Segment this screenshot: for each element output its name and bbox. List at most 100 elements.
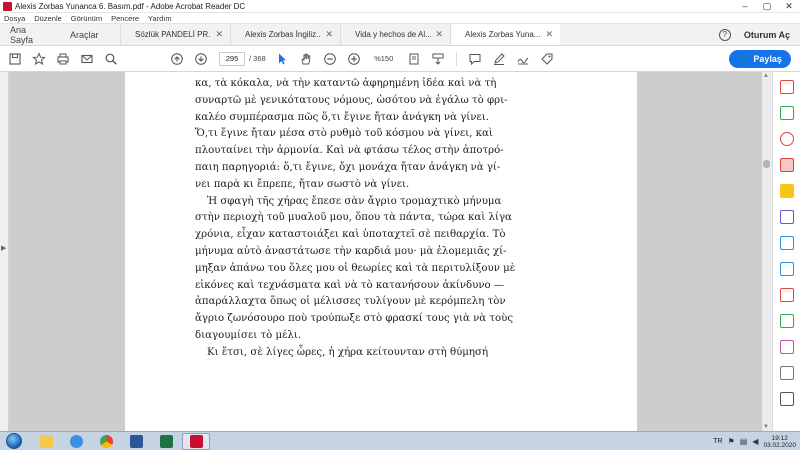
send-for-review-icon[interactable]	[780, 314, 794, 328]
bookmark-button[interactable]	[27, 49, 51, 69]
close-tab-icon[interactable]: ✕	[545, 29, 553, 40]
page-number-input[interactable]: 295	[219, 51, 245, 66]
text-line: κα, τὰ κόκαλα, νὰ τὴν καταντῶ ἀφηρημένη …	[195, 78, 497, 89]
arrow-up-circle-icon	[171, 52, 183, 65]
star-icon	[32, 51, 46, 65]
add-person-icon: 👤	[738, 53, 750, 64]
clock-date: 03.02.2020	[763, 441, 796, 449]
close-button[interactable]: ✕	[778, 0, 800, 13]
create-pdf-icon[interactable]	[780, 132, 794, 146]
compress-pdf-icon[interactable]	[780, 288, 794, 302]
scroll-up-arrow-icon[interactable]: ▲	[763, 73, 769, 79]
text-line: χρόνια, εἶχαν καταστοιάξει καὶ ὑποταχτεῖ…	[195, 229, 506, 241]
highlight-button[interactable]	[487, 49, 511, 69]
fill-sign-button[interactable]	[535, 49, 559, 69]
text-line: μηξαν ἀπάνω του ὅλες μου οἱ θεωρίες καὶ …	[195, 262, 516, 274]
page-text: κα, τὰ κόκαλα, νὰ τὴν καταντῶ ἀφηρημένη …	[195, 76, 555, 362]
search-button[interactable]	[99, 49, 123, 69]
combine-files-icon[interactable]	[780, 158, 794, 172]
text-line: Ὅ,τι ἔγινε ἤταν μέσα στὸ ρυθμὸ τοῦ κόσμο…	[195, 128, 493, 140]
scroll-mode-button[interactable]	[426, 49, 450, 69]
taskbar-chrome[interactable]	[92, 433, 120, 450]
plus-circle-icon	[347, 52, 360, 65]
menu-edit[interactable]: Düzenle	[34, 14, 62, 23]
comment-button[interactable]	[463, 49, 487, 69]
toolbar-divider	[455, 51, 457, 66]
menu-file[interactable]: Dosya	[4, 14, 25, 23]
print-button[interactable]	[51, 49, 75, 69]
organize-pages-icon[interactable]	[780, 210, 794, 224]
clock[interactable]: 19:12 03.02.2020	[763, 435, 796, 449]
share-button[interactable]: 👤 Paylaş	[729, 50, 791, 68]
menu-view[interactable]: Görünüm	[71, 14, 102, 23]
main-toolbar: 295 / 368 %150 👤 Paylaş	[0, 46, 800, 72]
expand-left-panel-icon[interactable]: ▶	[1, 244, 6, 252]
scroll-mode-icon	[432, 53, 444, 65]
comment-tool-icon[interactable]	[780, 184, 794, 198]
sign-in-link[interactable]: Oturum Aç	[736, 24, 800, 45]
settings-icon[interactable]	[780, 392, 794, 406]
taskbar-acrobat[interactable]	[182, 432, 210, 450]
tab-home[interactable]: Ana Sayfa	[0, 24, 60, 45]
menu-help[interactable]: Yardım	[148, 14, 172, 23]
save-icon	[9, 52, 21, 65]
close-tab-icon[interactable]: ✕	[215, 29, 223, 40]
document-tab[interactable]: Vida y hechos de Al... ✕	[340, 24, 450, 45]
page-total-label: / 368	[249, 54, 266, 63]
close-tab-icon[interactable]: ✕	[325, 29, 333, 40]
printer-icon	[57, 53, 69, 64]
start-button[interactable]	[6, 433, 22, 449]
text-line: ἄγριο ζωνόσουρο ποὺ τρούπωξε στὸ φρασκί …	[195, 313, 514, 325]
save-button[interactable]	[3, 49, 27, 69]
text-line: πλουταίνει τὴν ἀρμονία. Καὶ νὰ φτάσω τέλ…	[195, 145, 504, 157]
previous-page-button[interactable]	[165, 49, 189, 69]
comment-icon	[469, 53, 481, 65]
tab-spacer	[560, 24, 714, 45]
help-button[interactable]: ?	[714, 24, 736, 45]
email-button[interactable]	[75, 49, 99, 69]
menu-window[interactable]: Pencere	[111, 14, 139, 23]
volume-icon[interactable]: ◀	[752, 437, 758, 446]
protect-icon[interactable]	[780, 262, 794, 276]
zoom-level-dropdown[interactable]: %150	[366, 54, 402, 63]
taskbar-excel[interactable]	[152, 433, 180, 450]
fit-page-icon	[409, 53, 419, 64]
page-fit-button[interactable]	[402, 49, 426, 69]
taskbar-word[interactable]	[122, 433, 150, 450]
input-language[interactable]: TR	[713, 438, 722, 445]
network-icon[interactable]: ▤	[740, 437, 748, 446]
tab-tools[interactable]: Araçlar	[60, 24, 120, 45]
folder-icon	[39, 434, 53, 448]
export-pdf-icon[interactable]	[780, 80, 794, 94]
close-tab-icon[interactable]: ✕	[435, 29, 443, 40]
taskbar-explorer[interactable]	[32, 433, 60, 450]
left-panel-collapsed[interactable]: ▶	[0, 72, 9, 431]
vertical-scrollbar[interactable]: ▲ ▼	[762, 72, 772, 431]
fill-sign-tool-icon[interactable]	[780, 340, 794, 354]
zoom-out-button[interactable]	[318, 49, 342, 69]
scroll-down-arrow-icon[interactable]: ▼	[763, 424, 769, 430]
system-tray: TR ⚑ ▤ ◀ 19:12 03.02.2020	[713, 432, 796, 450]
taskbar-ie[interactable]	[62, 433, 90, 450]
document-viewer[interactable]: ▶ κα, τὰ κόκαλα, νὰ τὴν καταντῶ ἀφηρημέν…	[0, 72, 800, 431]
search-icon	[105, 53, 117, 65]
next-page-button[interactable]	[189, 49, 213, 69]
text-line: καλέο συμπέρασμα πῶς ὅ,τι ἔγινε ἤταν ἀνά…	[195, 111, 489, 123]
minimize-button[interactable]: –	[734, 0, 756, 13]
help-icon: ?	[718, 28, 731, 41]
text-line: Ἡ σφαγὴ τῆς χήρας ἔπεσε σὰν ἄγριο τρομαχ…	[207, 195, 502, 207]
scan-ocr-icon[interactable]	[780, 236, 794, 250]
more-tools-icon[interactable]	[780, 366, 794, 380]
flag-icon[interactable]: ⚑	[728, 437, 735, 446]
zoom-in-button[interactable]	[342, 49, 366, 69]
document-tab-active[interactable]: Alexis Zorbas Yuna... ✕	[450, 24, 560, 45]
document-tab[interactable]: Sözlük PANDELİ PR... ✕	[120, 24, 230, 45]
edit-pdf-icon[interactable]	[780, 106, 794, 120]
window-controls: – ▢ ✕	[734, 0, 800, 13]
sign-button[interactable]	[511, 49, 535, 69]
maximize-button[interactable]: ▢	[756, 0, 778, 13]
document-tab[interactable]: Alexis Zorbas İngiliz... ✕	[230, 24, 340, 45]
select-tool-button[interactable]	[270, 49, 294, 69]
scrollbar-thumb[interactable]	[763, 160, 770, 168]
hand-tool-button[interactable]	[294, 49, 318, 69]
